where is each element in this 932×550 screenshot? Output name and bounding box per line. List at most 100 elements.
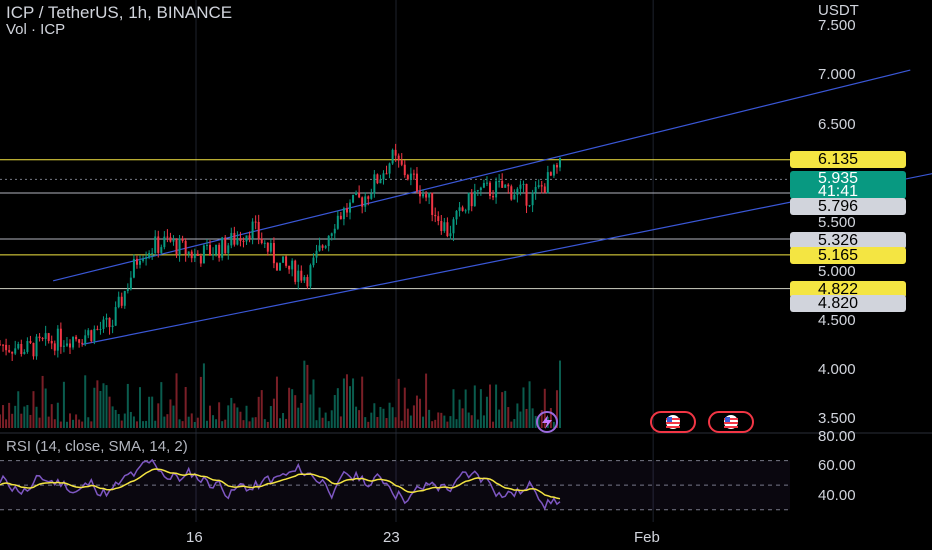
- candle-body: [297, 270, 300, 282]
- candle-body: [510, 186, 513, 200]
- candle-body: [443, 222, 446, 232]
- us-flag-icon[interactable]: [650, 411, 696, 433]
- volume-bar: [239, 411, 242, 428]
- volume-bar: [5, 419, 8, 428]
- us-flag-icon[interactable]: [708, 411, 754, 433]
- volume-bar: [473, 385, 476, 428]
- candle-body: [446, 222, 449, 237]
- candle-body: [364, 196, 367, 207]
- volume-bar: [361, 376, 364, 428]
- volume-bar: [172, 405, 175, 428]
- volume-bar: [41, 375, 44, 428]
- candle-body: [559, 158, 561, 168]
- candle-body: [501, 180, 504, 188]
- candle-body: [358, 192, 361, 198]
- volume-bar: [254, 417, 257, 428]
- candle-body: [38, 336, 41, 339]
- volume-bar: [498, 409, 501, 428]
- volume-bar: [72, 419, 75, 428]
- lightning-icon[interactable]: [536, 411, 558, 433]
- candle-body: [294, 260, 297, 282]
- volume-bar: [342, 378, 345, 428]
- candle-body: [269, 243, 272, 252]
- candle-body: [184, 240, 187, 255]
- candle-body: [355, 192, 358, 195]
- price-tick: 5.000: [818, 263, 856, 280]
- volume-bar: [114, 409, 117, 428]
- candle-body: [373, 174, 376, 194]
- candle-body: [190, 251, 193, 259]
- candle-body: [492, 195, 495, 198]
- price-tick: 4.000: [818, 361, 856, 378]
- volume-bar: [181, 421, 184, 428]
- volume-bar: [345, 374, 348, 428]
- volume-bar: [294, 395, 297, 428]
- candle-body: [17, 343, 20, 349]
- volume-bar: [160, 382, 163, 428]
- candle-body: [431, 192, 434, 215]
- volume-bar: [504, 390, 507, 428]
- volume-bar: [81, 421, 84, 428]
- volume-bar: [193, 421, 196, 428]
- candle-body: [312, 257, 315, 266]
- volume-bar: [519, 411, 522, 428]
- volume-bar: [93, 387, 96, 428]
- candle-body: [379, 179, 382, 184]
- volume-bar: [318, 407, 321, 428]
- candle-body: [148, 252, 151, 258]
- volume-bar: [212, 415, 215, 428]
- volume-bar: [513, 419, 516, 428]
- candle-body: [178, 238, 181, 255]
- candle-body: [409, 173, 412, 180]
- volume-bar: [501, 392, 504, 428]
- volume-bar: [102, 383, 105, 428]
- volume-bar: [528, 381, 531, 428]
- volume-bar: [123, 413, 126, 428]
- volume-bar: [224, 419, 227, 428]
- volume-bar: [467, 412, 470, 428]
- volume-bar: [90, 421, 93, 428]
- volume-bar: [388, 402, 391, 428]
- volume-bar: [507, 407, 510, 428]
- candle-body: [452, 219, 455, 234]
- candle-body: [151, 252, 154, 254]
- volume-bar: [47, 416, 50, 428]
- volume-bar: [154, 420, 157, 428]
- price-tag-6135: 6.135: [790, 151, 906, 168]
- candle-body: [291, 260, 294, 270]
- time-tick: 16: [186, 529, 203, 546]
- volume-bar: [236, 407, 239, 428]
- candle-body: [537, 185, 540, 188]
- candle-body: [352, 194, 355, 203]
- volume-bar: [489, 384, 491, 428]
- volume-bar: [367, 421, 370, 428]
- volume-bar: [449, 416, 452, 428]
- candle-body: [117, 296, 120, 308]
- candle-body: [339, 215, 342, 220]
- candle-body: [391, 149, 394, 164]
- candle-body: [415, 173, 418, 192]
- volume-bar: [75, 414, 78, 428]
- volume-bar: [443, 415, 446, 428]
- volume-bar: [425, 373, 428, 428]
- candle-body: [84, 335, 87, 344]
- candle-body: [464, 210, 467, 212]
- volume-bar: [50, 404, 53, 428]
- candle-body: [81, 342, 84, 344]
- candle-body: [406, 175, 409, 180]
- candle-body: [388, 163, 391, 174]
- candle-body: [93, 328, 96, 342]
- volume-bar: [20, 413, 23, 428]
- volume-bar: [394, 417, 397, 428]
- candle-body: [69, 343, 71, 348]
- volume-bar: [120, 420, 123, 428]
- volume-bar: [11, 413, 14, 428]
- candle-body: [14, 348, 17, 354]
- chart-plot: [0, 0, 932, 522]
- candle-body: [169, 237, 172, 242]
- candle-body: [242, 240, 245, 242]
- candle-body: [257, 221, 260, 239]
- candle-body: [522, 183, 525, 185]
- candle-body: [272, 243, 275, 264]
- volume-bar: [2, 405, 5, 428]
